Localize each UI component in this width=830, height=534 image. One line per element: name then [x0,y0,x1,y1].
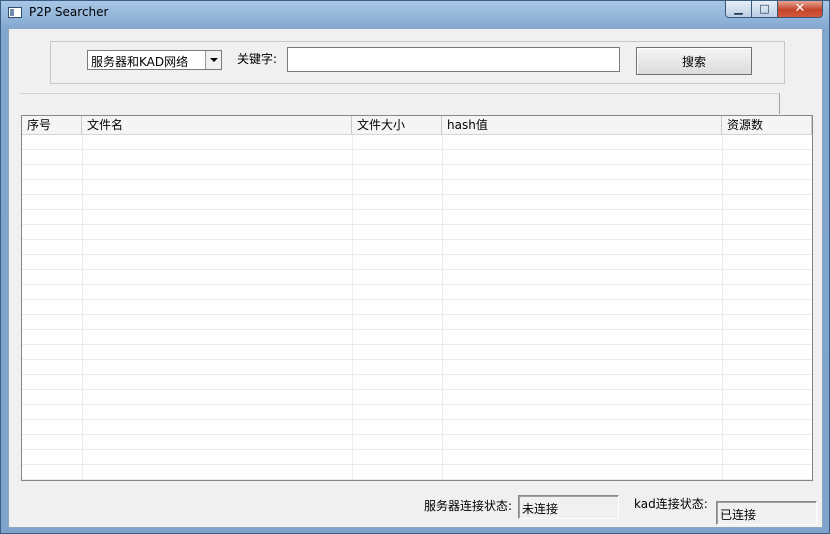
app-window: P2P Searcher ▁ □ ✕ 服务器和KAD网络 关键字: 搜索 序号 … [0,0,830,534]
client-area: 服务器和KAD网络 关键字: 搜索 序号 文件名 文件大小 hash值 资源数 … [8,28,823,528]
close-icon: ✕ [794,1,806,16]
maximize-icon: □ [759,2,770,15]
results-header: 序号 文件名 文件大小 hash值 资源数 [22,116,812,135]
server-status-value: 未连接 [518,495,619,519]
network-select-value: 服务器和KAD网络 [91,55,189,69]
kad-status-value: 已连接 [716,501,817,525]
column-header-filesize[interactable]: 文件大小 [352,116,442,134]
column-header-hash[interactable]: hash值 [442,116,722,134]
column-header-filename[interactable]: 文件名 [82,116,352,134]
grid-line [82,135,83,480]
grid-line [442,135,443,480]
network-select[interactable]: 服务器和KAD网络 [87,50,222,70]
search-progress-strip [20,93,780,114]
title-bar[interactable]: P2P Searcher ▁ □ ✕ [1,1,829,27]
minimize-icon: ▁ [734,2,743,15]
results-list[interactable]: 序号 文件名 文件大小 hash值 资源数 [21,115,813,481]
search-button[interactable]: 搜索 [636,47,752,75]
kad-status-label: kad连接状态: [634,497,708,511]
keyword-input[interactable] [287,47,620,72]
grid-line [352,135,353,480]
maximize-button[interactable]: □ [751,1,778,18]
close-button[interactable]: ✕ [777,1,823,18]
keyword-label: 关键字: [237,52,278,66]
grid-line [722,135,723,480]
app-window-icon[interactable] [8,7,22,18]
results-body[interactable] [22,135,812,480]
window-title: P2P Searcher [29,5,109,19]
minimize-button[interactable]: ▁ [725,1,752,18]
column-header-index[interactable]: 序号 [22,116,82,134]
chevron-down-icon[interactable] [205,51,221,69]
column-header-sources[interactable]: 资源数 [722,116,812,134]
server-status-label: 服务器连接状态: [424,499,513,513]
